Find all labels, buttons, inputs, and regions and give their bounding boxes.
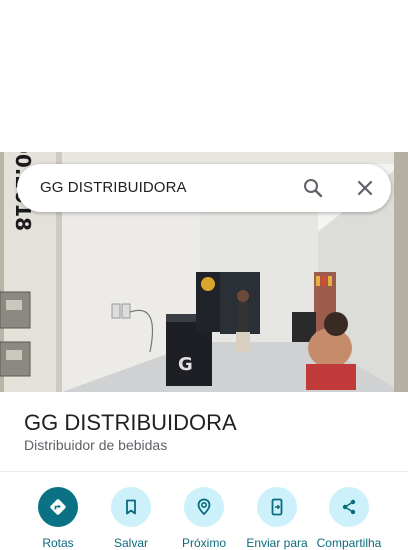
send-to-device-label: Enviar para [246, 536, 308, 550]
directions-icon [38, 487, 78, 527]
share-icon [329, 487, 369, 527]
share-label: Compartilha [316, 536, 382, 550]
share-button[interactable]: Compartilha [309, 487, 389, 550]
bookmark-icon [111, 487, 151, 527]
send-to-device-button[interactable]: Enviar para [237, 487, 317, 550]
divider [0, 471, 408, 472]
close-icon[interactable] [353, 176, 377, 200]
directions-label: Rotas [42, 536, 74, 550]
nearby-icon [184, 487, 224, 527]
search-bar[interactable]: GG DISTRIBUIDORA [17, 164, 391, 212]
search-input[interactable]: GG DISTRIBUIDORA [40, 179, 187, 196]
save-button[interactable]: Salvar [91, 487, 171, 550]
svg-text:G: G [178, 354, 193, 375]
send-to-device-icon [257, 487, 297, 527]
directions-button[interactable]: Rotas [18, 487, 98, 550]
save-label: Salvar [113, 536, 148, 550]
nearby-label: Próximo [181, 536, 226, 550]
place-title: GG DISTRIBUIDORA [24, 410, 237, 435]
place-category: Distribuidor de bebidas [24, 437, 168, 453]
nearby-button[interactable]: Próximo [164, 487, 244, 550]
search-icon[interactable] [301, 176, 325, 200]
